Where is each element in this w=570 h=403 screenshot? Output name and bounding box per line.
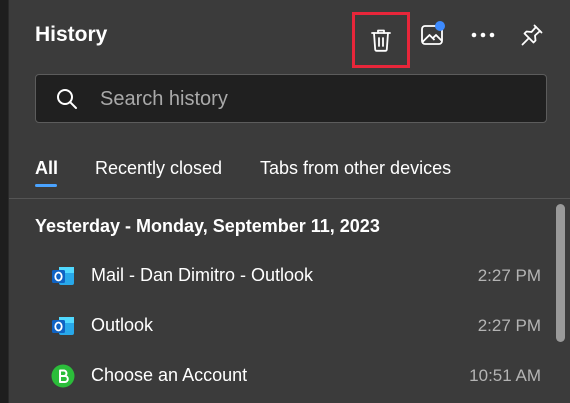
outlook-icon	[51, 314, 75, 338]
tab-recently-closed[interactable]: Recently closed	[95, 158, 222, 179]
pin-panel-button[interactable]	[515, 18, 549, 52]
search-icon	[56, 88, 78, 115]
search-input[interactable]	[98, 75, 532, 124]
search-box[interactable]	[35, 74, 547, 124]
history-panel: History Search history All Recently clos…	[8, 0, 570, 403]
history-item-time: 2:27 PM	[477, 316, 541, 335]
history-item-time: 2:27 PM	[477, 266, 541, 285]
history-list: Yesterday - Monday, September 11, 2023 M…	[9, 199, 549, 403]
history-item-title: Mail - Dan Dimitro - Outlook	[91, 265, 314, 285]
green-b-icon	[51, 364, 75, 388]
history-item[interactable]: Mail - Dan Dimitro - Outlook 2:27 PM	[9, 250, 549, 300]
notification-dot	[435, 21, 445, 31]
panel-title: History	[35, 23, 108, 46]
history-item-title: Choose an Account	[91, 365, 248, 385]
outlook-icon	[51, 264, 75, 288]
pin-icon	[520, 23, 544, 47]
history-item[interactable]: Choose an Account 10:51 AM	[9, 350, 549, 400]
day-heading: Yesterday - Monday, September 11, 2023	[35, 216, 380, 236]
tab-other-devices[interactable]: Tabs from other devices	[260, 158, 451, 179]
delete-history-button[interactable]	[352, 12, 410, 68]
tab-label: All	[35, 158, 59, 178]
more-options-button[interactable]	[466, 18, 500, 52]
history-item-title: Outlook	[91, 315, 154, 335]
tab-all[interactable]: All	[35, 158, 59, 187]
scrollbar-thumb[interactable]	[556, 204, 565, 342]
history-header: History	[9, 0, 570, 72]
active-tab-indicator	[35, 184, 57, 187]
history-item-time: 10:51 AM	[469, 366, 541, 385]
history-item[interactable]: Outlook 2:27 PM	[9, 300, 549, 350]
trash-icon	[370, 28, 392, 52]
open-history-page-button[interactable]	[415, 18, 449, 52]
more-horizontal-icon	[471, 32, 495, 38]
